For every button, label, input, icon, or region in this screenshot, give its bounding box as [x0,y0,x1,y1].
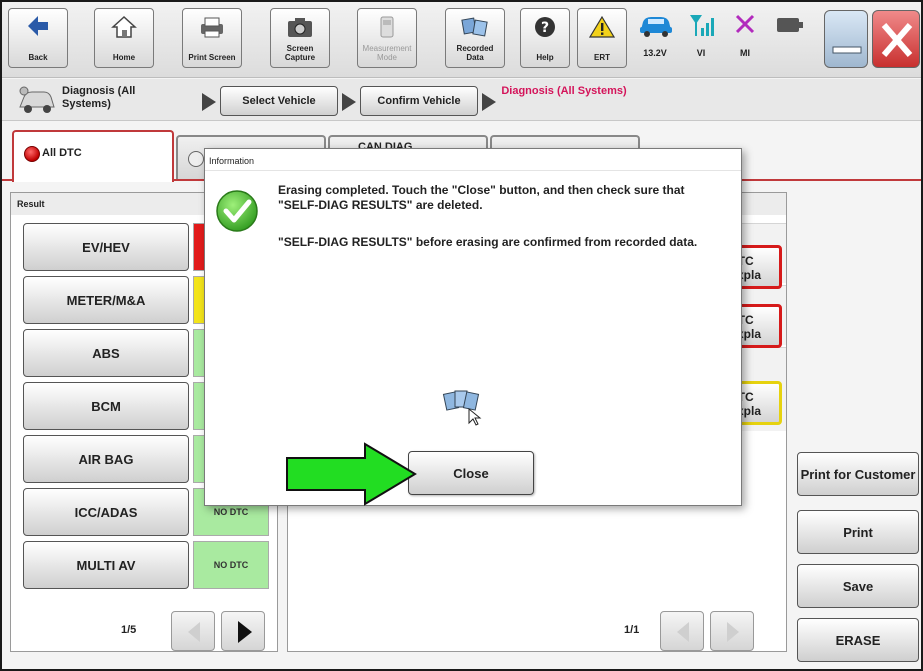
save-button[interactable]: Save [797,564,919,608]
breadcrumb: Diagnosis (All Systems) Select Vehicle C… [2,79,921,121]
vi-label: VI [696,48,706,58]
camera-icon [285,15,315,44]
system-button-ev-hev[interactable]: EV/HEV [23,223,189,271]
home-icon [111,15,137,44]
close-icon [881,23,913,57]
mi-status: MI [725,12,765,64]
recorded-data-icon [460,15,490,44]
print-for-customer-button[interactable]: Print for Customer [797,452,919,496]
chevron-left-icon [188,622,200,642]
breadcrumb-arrow-icon [342,93,356,111]
chevron-left-icon [677,622,689,642]
help-icon: ? [533,15,557,44]
chevron-right-icon [238,621,252,643]
measurement-icon [374,15,400,44]
dialog-title: Information [205,149,741,171]
battery-voltage: 13.2V [643,48,667,58]
battery-indicator [770,12,810,64]
prev-page-button[interactable] [171,611,215,651]
breadcrumb-arrow-icon [482,93,496,111]
radio-icon [188,151,204,167]
radio-selected-icon [24,146,40,162]
system-button-abs[interactable]: ABS [23,329,189,377]
breadcrumb-arrow-icon [202,93,216,111]
disconnected-icon [732,12,758,43]
help-label: Help [536,53,554,62]
screen-capture-label: Screen Capture [284,44,316,62]
breadcrumb-title: Diagnosis (All Systems) [62,85,136,110]
ert-button[interactable]: ERT [577,8,627,68]
dialog-message-recorded: "SELF-DIAG RESULTS" before erasing are c… [278,235,698,249]
warning-icon [588,15,616,44]
green-arrow-icon [286,442,417,506]
printer-icon [197,15,227,44]
svg-text:?: ? [541,20,549,36]
toolbar: Back Home Print Screen Screen Capture Me… [2,2,921,78]
breadcrumb-current-step: Diagnosis (All Systems) [501,85,627,97]
confirm-vehicle-button[interactable]: Confirm Vehicle [360,86,478,116]
back-arrow-icon [26,15,50,42]
back-button[interactable]: Back [8,8,68,68]
minimize-button[interactable] [824,10,868,68]
close-button[interactable]: Close [408,451,534,495]
tab-all-dtc-label: All DTC [42,147,82,159]
result-page-indicator: 1/5 [121,624,137,636]
system-status-multi-av: NO DTC [193,541,269,589]
diagnosis-car-icon [16,83,56,122]
car-icon [637,12,673,43]
signal-icon [686,12,716,43]
help-button[interactable]: ? Help [520,8,570,68]
check-icon [215,189,259,233]
detail-next-page-button[interactable] [710,611,754,651]
recorded-data-button[interactable]: Recorded Data [445,8,505,68]
home-button[interactable]: Home [94,8,154,68]
recorded-data-label: Recorded Data [456,44,494,62]
chevron-right-icon [727,622,739,642]
tab-all-dtc[interactable]: All DTC [12,130,174,182]
consult-window: Back Home Print Screen Screen Capture Me… [0,0,923,671]
print-button[interactable]: Print [797,510,919,554]
system-button-meter[interactable]: METER/M&A [23,276,189,324]
exit-button[interactable] [872,10,920,68]
result-pager: 1/5 [11,611,277,651]
next-page-button[interactable] [221,611,265,651]
mi-label: MI [740,48,750,58]
dialog-message-erasing: Erasing completed. Touch the "Close" but… [278,183,685,212]
measurement-mode-button[interactable]: Measurement Mode [357,8,417,68]
measurement-mode-label: Measurement Mode [362,44,412,62]
system-button-multi-av[interactable]: MULTI AV [23,541,189,589]
system-button-icc-adas[interactable]: ICC/ADAS [23,488,189,536]
vehicle-battery-status: 13.2V [635,12,675,64]
detail-page-indicator: 1/1 [624,624,640,636]
select-vehicle-button[interactable]: Select Vehicle [220,86,338,116]
erase-button[interactable]: ERASE [797,618,919,662]
detail-prev-page-button[interactable] [660,611,704,651]
print-screen-label: Print Screen [188,53,236,62]
ert-label: ERT [594,53,610,62]
system-button-air-bag[interactable]: AIR BAG [23,435,189,483]
busy-hand-icon [441,387,489,427]
minimize-icon [832,46,862,54]
system-button-bcm[interactable]: BCM [23,382,189,430]
vi-status: VI [681,12,721,64]
back-label: Back [28,53,48,62]
screen-capture-button[interactable]: Screen Capture [270,8,330,68]
home-label: Home [112,53,136,62]
battery-icon [775,12,805,43]
print-screen-button[interactable]: Print Screen [182,8,242,68]
